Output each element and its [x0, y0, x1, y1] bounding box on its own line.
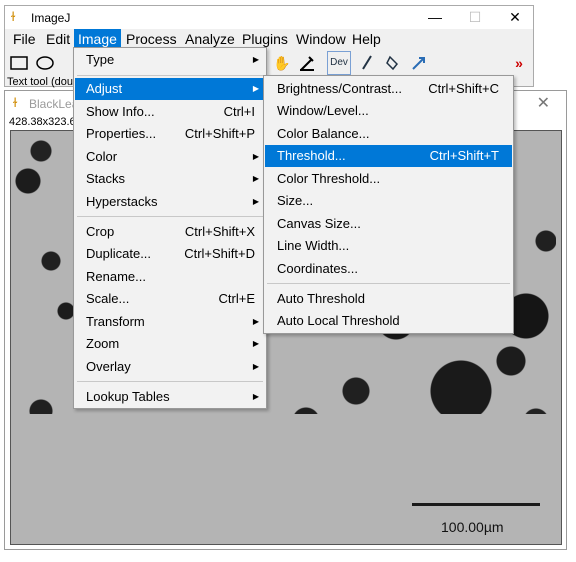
menu-item-lookup-tables[interactable]: Lookup Tables ▶ — [75, 386, 265, 408]
adjust-submenu: Brightness/Contrast... Ctrl+Shift+C Windo… — [263, 75, 514, 334]
menu-item-color-balance[interactable]: Color Balance... — [265, 123, 512, 145]
menu-item-hyperstacks[interactable]: Hyperstacks ▶ — [75, 191, 265, 213]
flood-fill-icon[interactable] — [381, 51, 405, 75]
title-bar: ɫ ImageJ — ☐ ✕ — [5, 6, 533, 29]
menu-bar: File Edit Image Process Analyze Plugins … — [5, 29, 533, 49]
menu-item-auto-local-threshold[interactable]: Auto Local Threshold — [265, 310, 512, 332]
arrow-tool-icon[interactable] — [407, 51, 431, 75]
menu-analyze[interactable]: Analyze — [181, 29, 239, 49]
image-info-text: 428.38x323.6 — [9, 116, 76, 128]
menu-item-coordinates[interactable]: Coordinates... — [265, 258, 512, 280]
more-tools-icon[interactable]: » — [507, 51, 531, 75]
submenu-arrow-icon: ▶ — [252, 174, 259, 183]
menu-divider — [77, 75, 263, 76]
menu-item-auto-threshold[interactable]: Auto Threshold — [265, 288, 512, 310]
scale-bar-label: 100.00µm — [441, 519, 504, 535]
scale-bar — [412, 503, 540, 506]
menu-file[interactable]: File — [9, 29, 40, 49]
brush-icon[interactable] — [355, 51, 379, 75]
image-menu-dropdown: Type ▶ Adjust ▶ Show Info... Ctrl+I Propert… — [73, 47, 267, 409]
menu-item-color-threshold[interactable]: Color Threshold... — [265, 168, 512, 190]
minimize-button[interactable]: — — [420, 7, 450, 27]
submenu-arrow-icon: ▶ — [252, 362, 259, 371]
menu-item-line-width[interactable]: Line Width... — [265, 235, 512, 257]
menu-process[interactable]: Process — [122, 29, 181, 49]
dev-menu-button[interactable]: Dev — [327, 51, 351, 75]
menu-plugins[interactable]: Plugins — [238, 29, 292, 49]
menu-image[interactable]: Image — [74, 29, 121, 49]
menu-divider — [77, 216, 263, 217]
menu-item-scale[interactable]: Scale... Ctrl+E — [75, 288, 265, 310]
menu-item-rename[interactable]: Rename... — [75, 266, 265, 288]
menu-edit[interactable]: Edit — [42, 29, 74, 49]
menu-help[interactable]: Help — [348, 29, 385, 49]
menu-item-properties[interactable]: Properties... Ctrl+Shift+P — [75, 123, 265, 145]
menu-divider — [267, 283, 510, 284]
microscope-icon: ɫ — [11, 9, 16, 24]
menu-item-color[interactable]: Color ▶ — [75, 146, 265, 168]
menu-item-duplicate[interactable]: Duplicate... Ctrl+Shift+D — [75, 243, 265, 265]
hand-tool-icon[interactable]: ✋ — [270, 51, 294, 75]
menu-item-transform[interactable]: Transform ▶ — [75, 311, 265, 333]
menu-divider — [77, 381, 263, 382]
submenu-arrow-icon: ▶ — [252, 152, 259, 161]
menu-item-window-level[interactable]: Window/Level... — [265, 100, 512, 122]
menu-item-crop[interactable]: Crop Ctrl+Shift+X — [75, 221, 265, 243]
menu-item-stacks[interactable]: Stacks ▶ — [75, 168, 265, 190]
microscope-icon: ɫ — [13, 95, 18, 110]
submenu-arrow-icon: ▶ — [252, 392, 259, 401]
submenu-arrow-icon: ▶ — [252, 197, 259, 206]
maximize-button[interactable]: ☐ — [460, 7, 490, 27]
submenu-arrow-icon: ▶ — [252, 339, 259, 348]
menu-item-show-info[interactable]: Show Info... Ctrl+I — [75, 101, 265, 123]
menu-item-brightness-contrast[interactable]: Brightness/Contrast... Ctrl+Shift+C — [265, 78, 512, 100]
menu-item-canvas-size[interactable]: Canvas Size... — [265, 213, 512, 235]
image-window-title: BlackLea — [29, 97, 79, 111]
menu-item-zoom[interactable]: Zoom ▶ — [75, 333, 265, 355]
menu-item-overlay[interactable]: Overlay ▶ — [75, 356, 265, 378]
menu-item-threshold[interactable]: Threshold... Ctrl+Shift+T — [265, 145, 512, 167]
submenu-arrow-icon: ▶ — [252, 55, 259, 64]
submenu-arrow-icon: ▶ — [252, 317, 259, 326]
color-picker-icon[interactable] — [295, 51, 319, 75]
rectangle-tool-icon[interactable] — [7, 51, 31, 75]
app-title: ImageJ — [31, 11, 71, 25]
menu-item-size[interactable]: Size... — [265, 190, 512, 212]
oval-tool-icon[interactable] — [33, 51, 57, 75]
close-icon[interactable]: ✕ — [537, 93, 550, 113]
submenu-arrow-icon: ▶ — [252, 84, 259, 93]
menu-item-adjust[interactable]: Adjust ▶ — [75, 78, 265, 100]
menu-window[interactable]: Window — [292, 29, 350, 49]
menu-item-type[interactable]: Type ▶ — [75, 49, 265, 71]
close-button[interactable]: ✕ — [500, 7, 530, 27]
